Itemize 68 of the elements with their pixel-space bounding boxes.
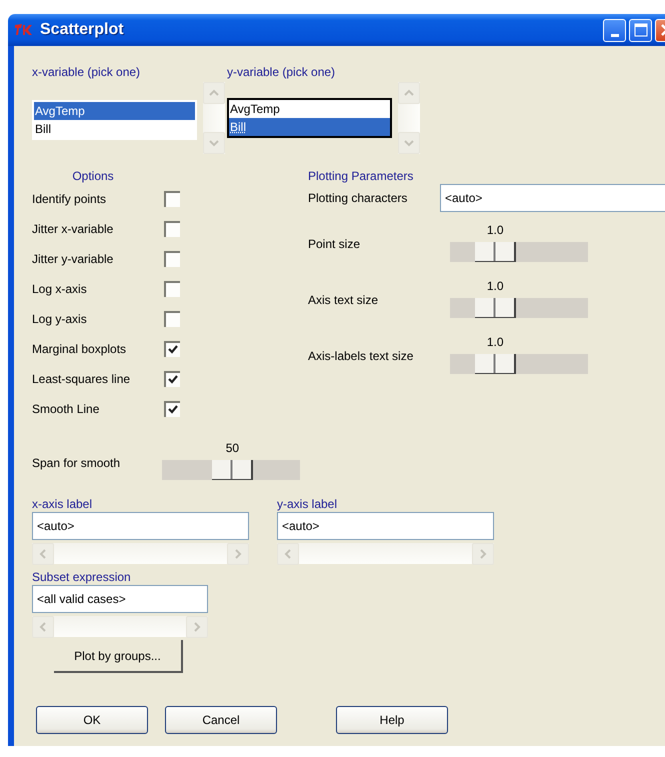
checkmark-icon [167,374,179,386]
option-label: Jitter x-variable [32,222,114,236]
field-heading: Subset expression [32,569,131,585]
scrollbar[interactable] [277,543,494,564]
dialog-button[interactable]: Help [336,706,448,734]
list-item[interactable]: Bill [34,120,195,138]
checkbox[interactable] [164,251,180,267]
app-icon [14,22,34,38]
scrollbar[interactable] [398,82,420,154]
dialog-button[interactable]: Cancel [165,706,277,734]
scrollbar[interactable] [203,82,225,154]
variable-list[interactable]: AvgTemp Bill [32,100,197,140]
list-heading: x-variable (pick one) [32,64,140,80]
scrollbar[interactable] [32,543,249,564]
list-item[interactable]: AvgTemp [34,102,195,120]
checkbox[interactable] [164,341,180,357]
text-field[interactable]: <auto> [440,184,665,212]
plot-by-groups-button[interactable]: Plot by groups... [54,640,183,673]
slider-track[interactable] [450,298,588,318]
option-label: Least-squares line [32,372,132,386]
checkbox[interactable] [164,221,180,237]
slider-label: Point size [308,236,362,251]
slider-track[interactable] [450,354,588,374]
field-label: Plotting characters [308,191,408,205]
checkbox[interactable] [164,371,180,387]
option-label: Log y-axis [32,312,88,326]
checkbox[interactable] [164,191,180,207]
field-heading: x-axis label [32,496,92,512]
slider-thumb[interactable] [475,354,516,374]
maximize-icon [634,23,648,37]
field-heading: y-axis label [277,496,338,512]
section-heading: Options [71,168,115,184]
minimize-button[interactable] [603,18,626,42]
minimize-icon [610,34,618,36]
list-item[interactable]: Bill [229,118,390,136]
window-title: Scatterplot [40,21,125,39]
slider-label: Axis text size [308,292,380,307]
slider-thumb[interactable] [475,298,516,318]
list-heading: y-variable (pick one) [227,64,336,80]
checkbox[interactable] [164,281,180,297]
slider-value: 1.0 [486,278,505,294]
variable-list[interactable]: AvgTemp Bill [227,98,392,138]
section-heading: Plotting Parameters [308,168,414,184]
checkbox[interactable] [164,311,180,327]
slider-thumb[interactable] [475,242,516,262]
slider-track[interactable] [162,460,300,480]
slider-track[interactable] [450,242,588,262]
checkmark-icon [167,404,179,416]
maximize-button[interactable] [629,18,652,42]
slider-value: 50 [224,440,240,456]
slider-value: 1.0 [486,222,505,238]
slider-thumb[interactable] [212,460,254,480]
slider-label: Axis-labels text size [308,348,414,363]
checkmark-icon [167,344,179,356]
option-label: Marginal boxplots [32,342,128,356]
list-item[interactable]: AvgTemp [229,100,390,118]
slider-label: Span for smooth [32,456,122,470]
option-label: Identify points [32,192,108,206]
text-field[interactable]: <all valid cases> [32,585,208,613]
dialog-button[interactable]: OK [36,706,148,734]
option-label: Jitter y-variable [32,252,114,266]
scrollbar[interactable] [32,616,208,637]
checkbox[interactable] [164,401,180,417]
text-field[interactable]: <auto> [32,512,249,540]
option-label: Smooth Line [32,402,100,416]
slider-value: 1.0 [486,334,505,350]
option-label: Log x-axis [32,282,88,296]
text-field[interactable]: <auto> [277,512,494,540]
